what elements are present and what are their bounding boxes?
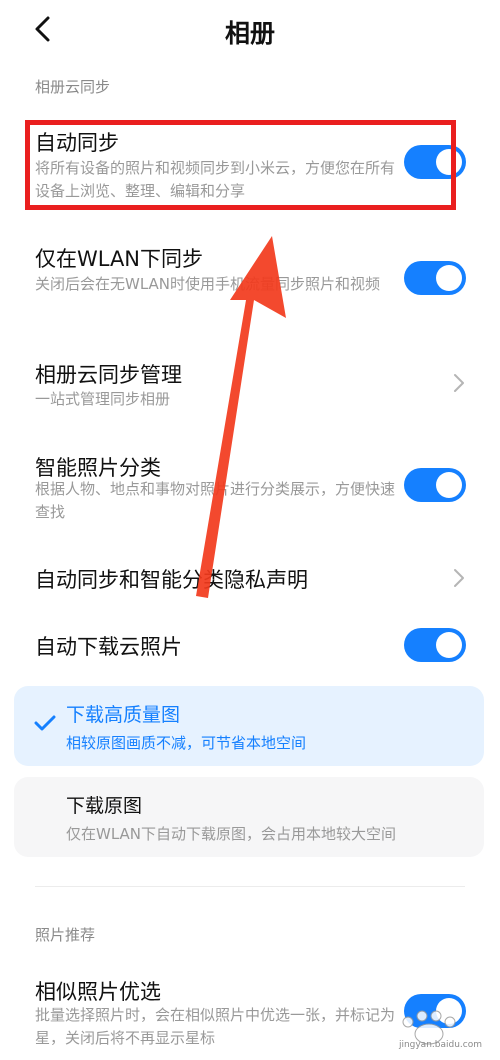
wlan-only-toggle[interactable] xyxy=(404,261,466,295)
auto-download-title: 自动下载云照片 xyxy=(35,635,182,659)
option-desc: 仅在WLAN下自动下载原图，会占用本地较大空间 xyxy=(66,825,397,843)
wlan-only-desc: 关闭后会在无WLAN时使用手机流量同步照片和视频 xyxy=(35,275,381,293)
similar-title: 相似照片优选 xyxy=(35,980,161,1004)
smart-classify-desc: 根据人物、地点和事物对照片进行分类展示，方便快速查找 xyxy=(35,480,396,521)
option-original[interactable]: 下载原图 仅在WLAN下自动下载原图，会占用本地较大空间 xyxy=(14,777,484,857)
checkmark-icon xyxy=(34,714,56,732)
setting-wlan-only: 仅在WLAN下同步 关闭后会在无WLAN时使用手机流量同步照片和视频 xyxy=(0,236,500,326)
page-title: 相册 xyxy=(224,19,275,48)
toggle-knob xyxy=(436,265,462,291)
header-bar: 相册 xyxy=(0,0,500,60)
chevron-right-icon xyxy=(452,372,466,394)
sync-manage-title: 相册云同步管理 xyxy=(35,363,182,387)
annotation-highlight-box xyxy=(25,120,456,210)
watermark-text: jingyan.baidu.com xyxy=(398,1040,482,1050)
option-desc: 相较原图画质不减，可节省本地空间 xyxy=(66,734,307,752)
option-title: 下载高质量图 xyxy=(66,704,181,726)
chevron-right-icon xyxy=(452,567,466,589)
similar-desc: 批量选择照片时，会在相似照片中优选一张，并标记为星，关闭后将不再显示星标 xyxy=(35,1006,396,1047)
smart-classify-toggle[interactable] xyxy=(404,468,466,502)
divider xyxy=(35,886,465,887)
setting-privacy-statement[interactable]: 自动同步和智能分类隐私声明 xyxy=(0,560,500,596)
setting-auto-download: 自动下载云照片 xyxy=(0,626,500,666)
sync-manage-desc: 一站式管理同步相册 xyxy=(35,390,171,408)
setting-smart-classify: 智能照片分类 根据人物、地点和事物对照片进行分类展示，方便快速查找 xyxy=(0,448,500,528)
setting-sync-manage[interactable]: 相册云同步管理 一站式管理同步相册 xyxy=(0,354,500,414)
auto-download-toggle[interactable] xyxy=(404,628,466,662)
section-label-photo-recommend: 照片推荐 xyxy=(35,926,96,944)
privacy-title: 自动同步和智能分类隐私声明 xyxy=(35,568,308,592)
option-high-quality[interactable]: 下载高质量图 相较原图画质不减，可节省本地空间 xyxy=(14,686,484,766)
toggle-knob xyxy=(436,472,462,498)
section-label-cloud-sync: 相册云同步 xyxy=(35,78,111,96)
wlan-only-title: 仅在WLAN下同步 xyxy=(35,247,204,271)
toggle-knob xyxy=(436,632,462,658)
option-title: 下载原图 xyxy=(66,795,143,817)
